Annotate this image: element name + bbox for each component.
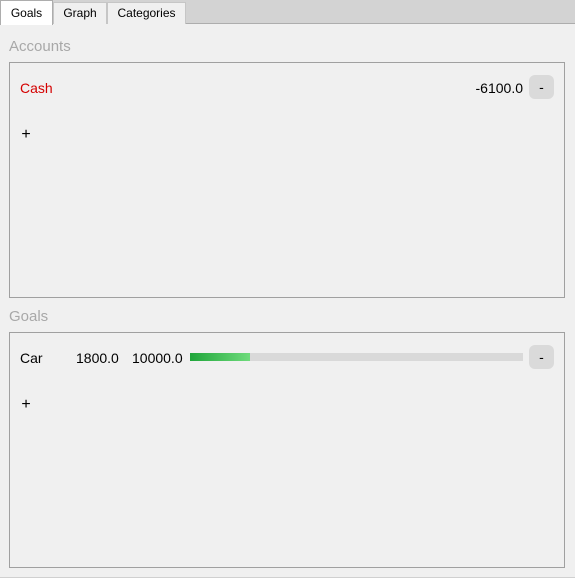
account-name: Cash: [20, 80, 53, 96]
tab-categories[interactable]: Categories: [107, 2, 186, 24]
goals-tab-content: Accounts Cash -6100.0 - + Goals Car 1800…: [0, 24, 575, 577]
goal-name: Car: [20, 350, 43, 366]
goal-progress-fill: [190, 353, 250, 361]
goal-target-amount: 10000.0: [132, 350, 183, 366]
window-bottom-edge: [0, 577, 575, 581]
accounts-section-title: Accounts: [9, 38, 71, 55]
goals-section-title: Goals: [9, 308, 49, 325]
remove-account-button[interactable]: -: [529, 75, 554, 99]
goal-current-amount: 1800.0: [76, 350, 119, 366]
account-balance: -6100.0: [475, 80, 523, 96]
tab-graph[interactable]: Graph: [53, 2, 107, 24]
add-account-button[interactable]: +: [18, 126, 34, 144]
remove-goal-button[interactable]: -: [529, 345, 554, 369]
tab-bar: Goals Graph Categories: [0, 0, 575, 25]
add-goal-button[interactable]: +: [18, 396, 34, 414]
accounts-group: Cash -6100.0 - +: [9, 62, 565, 298]
tab-goals[interactable]: Goals: [0, 0, 53, 25]
goals-group: Car 1800.0 10000.0 - +: [9, 332, 565, 568]
goal-progress-bar: [190, 353, 523, 361]
